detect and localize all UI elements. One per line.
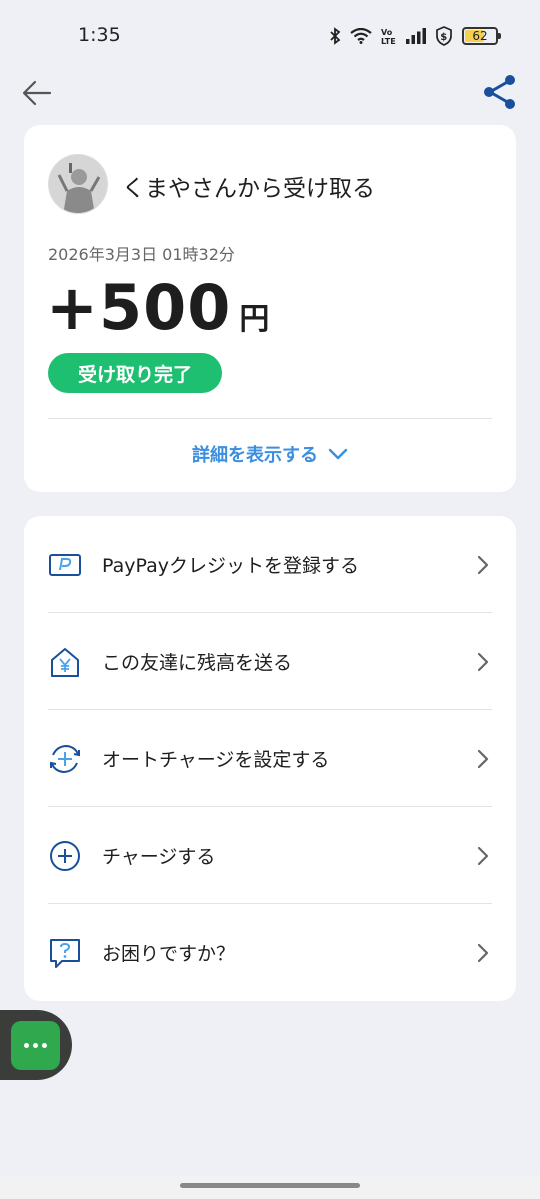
status-icons: Vo LTE $ 62 bbox=[329, 24, 501, 48]
battery-icon: 62 bbox=[462, 27, 501, 45]
signal-icon bbox=[406, 28, 426, 44]
menu-label: PayPayクレジットを登録する bbox=[102, 555, 359, 577]
receipt-card: くまやさんから受け取る 2026年3月3日 01時32分 +500 円 受け取り… bbox=[24, 125, 516, 492]
chevron-right-icon bbox=[477, 652, 489, 671]
back-arrow-icon bbox=[22, 80, 52, 106]
menu-item-send-balance[interactable]: この友達に残高を送る bbox=[24, 613, 516, 710]
menu-label: オートチャージを設定する bbox=[102, 749, 330, 771]
actions-card: PayPayクレジットを登録する この友達に残高を送る オートチャージを設定する… bbox=[24, 516, 516, 1001]
auto-charge-icon bbox=[50, 744, 80, 773]
status-time: 1:35 bbox=[78, 24, 121, 46]
menu-label: お困りですか？ bbox=[102, 943, 236, 965]
status-bar: 1:35 Vo LTE $ 62 bbox=[0, 0, 540, 72]
help-chat-icon bbox=[50, 938, 80, 968]
receipt-title: くまやさんから受け取る bbox=[122, 176, 375, 202]
chevron-right-icon bbox=[477, 555, 489, 574]
show-details-link[interactable]: 詳細を表示する bbox=[24, 441, 516, 467]
wifi-icon bbox=[350, 28, 372, 44]
svg-text:Vo: Vo bbox=[381, 28, 393, 37]
bluetooth-icon bbox=[330, 27, 341, 45]
menu-label: チャージする bbox=[102, 846, 216, 868]
share-icon bbox=[484, 75, 515, 109]
home-indicator[interactable] bbox=[180, 1183, 360, 1188]
shield-dollar-icon: $ bbox=[436, 26, 452, 46]
paypay-card-icon bbox=[49, 553, 81, 576]
avatar[interactable] bbox=[48, 154, 108, 214]
chevron-right-icon bbox=[477, 749, 489, 768]
svg-text:LTE: LTE bbox=[381, 37, 396, 45]
menu-item-register-credit[interactable]: PayPayクレジットを登録する bbox=[24, 516, 516, 613]
battery-level: 62 bbox=[472, 29, 488, 43]
more-dots-icon[interactable] bbox=[11, 1021, 60, 1070]
amount-value: +500 bbox=[46, 271, 232, 344]
status-badge: 受け取り完了 bbox=[48, 353, 222, 393]
avatar-image bbox=[49, 155, 107, 213]
system-nav-bar bbox=[0, 1175, 540, 1199]
menu-label: この友達に残高を送る bbox=[102, 652, 293, 674]
svg-text:$: $ bbox=[440, 32, 447, 43]
menu-item-charge[interactable]: チャージする bbox=[24, 807, 516, 904]
amount-unit: 円 bbox=[239, 302, 270, 337]
chevron-down-icon bbox=[328, 448, 348, 460]
receipt-amount: +500 円 bbox=[46, 271, 269, 344]
back-button[interactable] bbox=[20, 76, 54, 110]
chevron-right-icon bbox=[477, 846, 489, 865]
plus-circle-icon bbox=[50, 840, 80, 871]
share-button[interactable] bbox=[482, 74, 518, 110]
house-yen-icon bbox=[51, 647, 79, 677]
menu-item-help[interactable]: お困りですか？ bbox=[24, 904, 516, 1001]
divider bbox=[48, 418, 492, 419]
receipt-datetime: 2026年3月3日 01時32分 bbox=[48, 245, 235, 264]
volte-icon: VoLTE bbox=[381, 28, 396, 45]
chevron-right-icon bbox=[477, 943, 489, 962]
menu-item-auto-charge[interactable]: オートチャージを設定する bbox=[24, 710, 516, 807]
show-details-label: 詳細を表示する bbox=[192, 445, 318, 466]
floating-panel bbox=[0, 1010, 72, 1080]
